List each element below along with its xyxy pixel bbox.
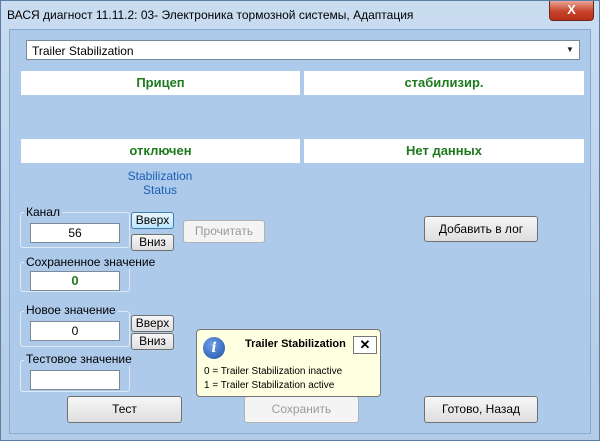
channel-select-value: Trailer Stabilization [32,44,134,58]
title-bar: ВАСЯ диагност 11.11.2: 03- Электроника т… [1,1,599,29]
done-back-button[interactable]: Готово, Назад [424,396,538,423]
test-value-input[interactable] [30,370,120,390]
new-value-input[interactable]: 0 [30,321,120,341]
saved-value-field: 0 [30,271,120,291]
channel-up-button[interactable]: Вверх [131,212,174,229]
chevron-down-icon[interactable]: ▼ [562,42,578,58]
tooltip-line-2: 1 = Trailer Stabilization active [204,380,335,391]
value-cell-r2c2: Нет данных [304,139,584,163]
value-cell-r1c1: Прицеп [21,71,300,95]
new-value-down-button[interactable]: Вниз [131,333,174,350]
tooltip-line-1: 0 = Trailer Stabilization inactive [204,366,343,377]
status-label-line1: Stabilization [127,169,193,183]
channel-label: Канал [24,205,62,219]
new-value-up-button[interactable]: Вверх [131,315,174,332]
tooltip-title: Trailer Stabilization [245,338,346,350]
saved-value-label: Сохраненное значение [24,255,158,269]
window-close-button[interactable]: X [549,1,594,21]
app-window: ВАСЯ диагност 11.11.2: 03- Электроника т… [0,0,600,441]
new-value-label: Новое значение [24,303,118,317]
status-label: Stabilization Status [110,169,210,197]
value-cell-r1c2: стабилизир. [304,71,584,95]
window-title: ВАСЯ диагност 11.11.2: 03- Электроника т… [7,8,414,22]
info-tooltip: i Trailer Stabilization ✕ 0 = Trailer St… [196,329,381,397]
close-icon: X [567,2,576,17]
tooltip-close-button[interactable]: ✕ [353,336,377,354]
test-button[interactable]: Тест [67,396,182,423]
channel-input[interactable]: 56 [30,223,120,243]
channel-select[interactable]: Trailer Stabilization ▼ [26,40,580,60]
add-to-log-button[interactable]: Добавить в лог [424,216,538,242]
channel-down-button[interactable]: Вниз [131,234,174,251]
client-area: Trailer Stabilization ▼ Прицеп стабилизи… [9,29,591,434]
status-label-line2: Status [142,183,178,197]
test-value-label: Тестовое значение [24,352,134,366]
value-cell-r2c1: отключен [21,139,300,163]
save-button[interactable]: Сохранить [244,396,359,423]
read-button[interactable]: Прочитать [183,220,265,243]
info-icon: i [203,337,225,359]
